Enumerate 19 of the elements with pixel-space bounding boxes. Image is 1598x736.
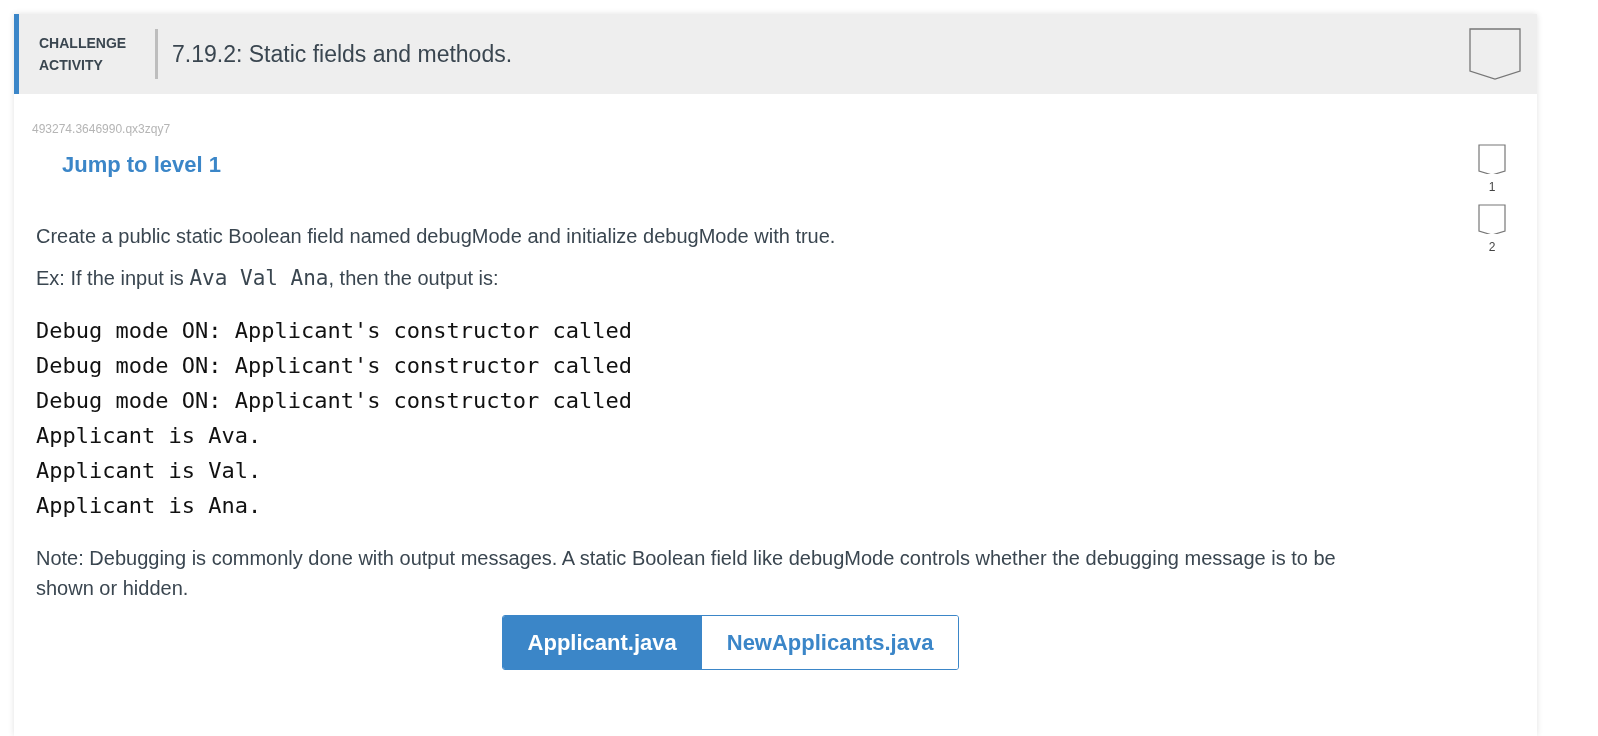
activity-type-label: CHALLENGE ACTIVITY [39,34,128,75]
activity-id: 493274.3646990.qx3zqy7 [31,121,172,138]
level-badge-icon[interactable] [1478,144,1506,174]
output-line: Applicant is Val. [36,456,263,485]
level-number: 1 [1488,179,1496,196]
level-badge-icon[interactable] [1478,204,1506,234]
output-line: Applicant is Ana. [36,491,263,520]
output-line: Applicant is Ava. [36,421,263,450]
activity-title: 7.19.2: Static fields and methods. [172,39,514,69]
jump-to-level-link[interactable]: Jump to level 1 [14,138,221,181]
level-number: 2 [1488,239,1496,256]
output-line: Debug mode ON: Applicant's constructor called [36,386,634,415]
output-line: Debug mode ON: Applicant's constructor called [36,351,634,380]
instructions-text: Create a public static Boolean field named debugMode and initialize debugMode with true. [36,224,837,249]
note-text: Note: Debugging is commonly done with output messages. A static Boolean field like debugMode controls whether the debugging message is to be shown or hidden. [36,545,1337,601]
file-tab[interactable]: Applicant.java [502,615,702,669]
completion-badge-icon [1469,28,1521,80]
output-line: Debug mode ON: Applicant's constructor called [36,316,634,345]
example-text: Ex: If the input is Ava Val Ana, then the output is: [36,265,500,292]
